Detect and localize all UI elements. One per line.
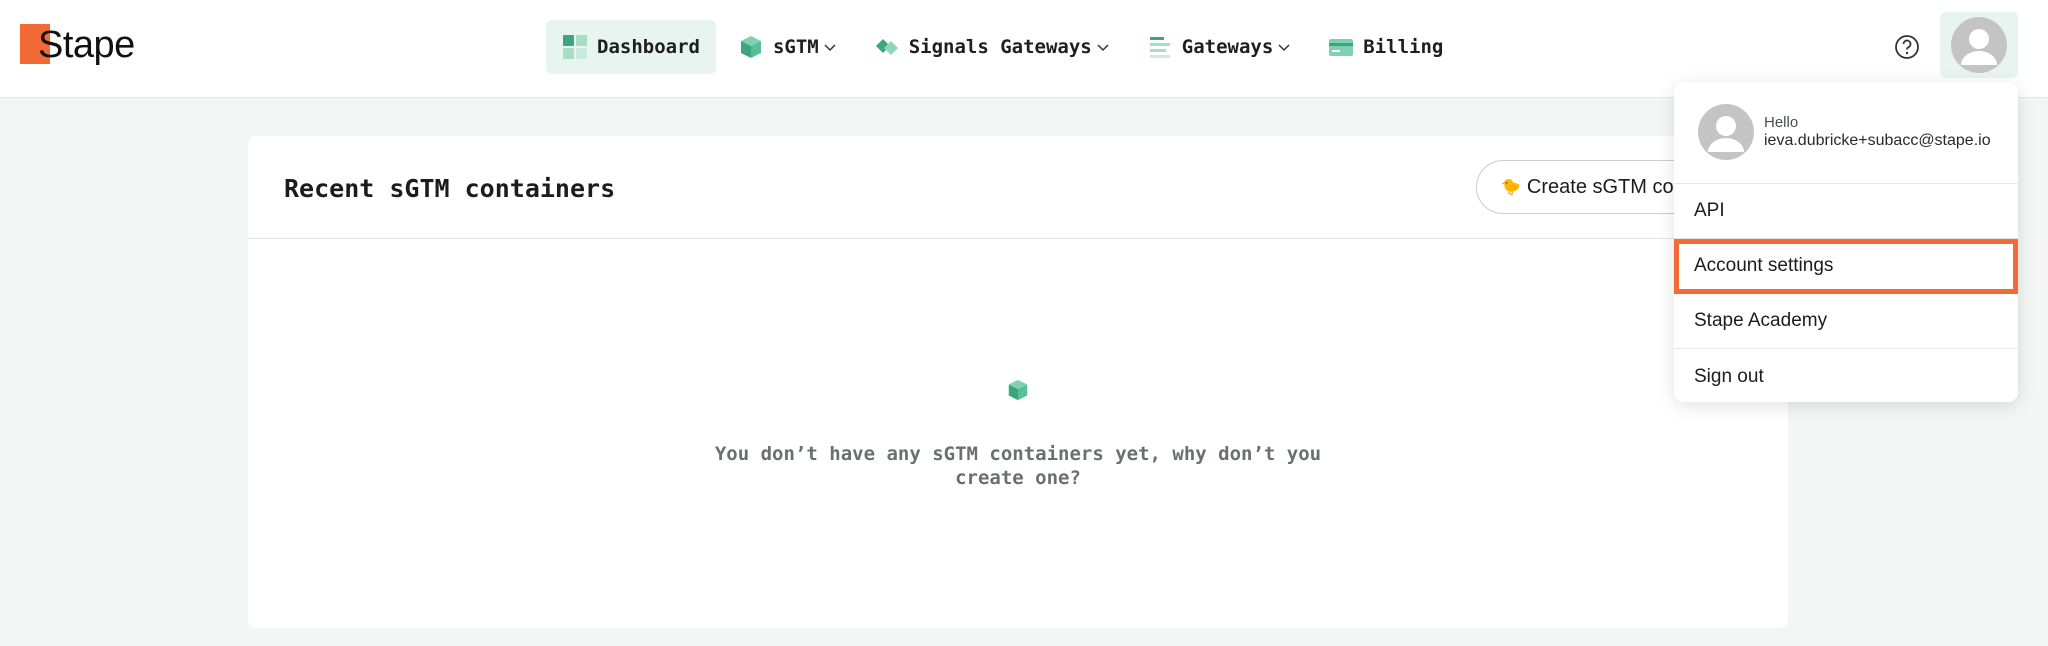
- user-avatar-icon: [1698, 104, 1754, 160]
- question-circle-icon[interactable]: [1894, 34, 1920, 60]
- recent-containers-card: Recent sGTM containers 🐤 Create sGTM con…: [248, 136, 1836, 628]
- card-header: Recent sGTM containers 🐤 Create sGTM con: [248, 136, 1836, 239]
- nav-item-dashboard[interactable]: Dashboard: [546, 20, 716, 74]
- credit-card-icon: [1329, 39, 1354, 56]
- menu-item-stape-academy[interactable]: Stape Academy: [1674, 294, 2018, 349]
- gateways-list-icon: [1149, 37, 1170, 58]
- user-avatar-icon: [1951, 17, 2007, 73]
- cube-icon: [740, 36, 761, 58]
- greeting: Hello: [1764, 114, 1799, 131]
- nav-item-sgtm[interactable]: sGTM: [722, 20, 852, 74]
- nav-label-billing: Billing: [1363, 36, 1444, 58]
- nav-item-gateways[interactable]: Gateways: [1131, 20, 1307, 74]
- dropdown-user-info: Hello ieva.dubricke+subacc@stape.io: [1674, 82, 2018, 184]
- nav-label-sgtm: sGTM: [772, 36, 819, 58]
- dashboard-grid-icon: [563, 35, 587, 59]
- stape-logo[interactable]: Stape: [20, 22, 135, 68]
- menu-item-api[interactable]: API: [1674, 184, 2018, 239]
- chevron-down-icon: [1278, 44, 1290, 52]
- user-account-dropdown: Hello ieva.dubricke+subacc@stape.io API …: [1674, 82, 2018, 402]
- nav-item-signals-gateways[interactable]: Signals Gateways: [858, 20, 1125, 74]
- logo-wordmark: Stape: [38, 23, 135, 66]
- create-button-label: Create sGTM con: [1526, 175, 1685, 198]
- cube-icon: [1008, 379, 1028, 401]
- nav-label-signals-gateways: Signals Gateways: [908, 36, 1092, 58]
- main-nav: Dashboard sGTM Signals Gateways Gateways…: [546, 20, 1465, 74]
- nav-label-gateways: Gateways: [1181, 36, 1274, 58]
- chevron-down-icon: [1097, 44, 1109, 52]
- menu-item-account-settings[interactable]: Account settings: [1674, 239, 2018, 294]
- menu-item-sign-out[interactable]: Sign out: [1674, 349, 2018, 404]
- empty-state-message: You don’t have any sGTM containers yet, …: [714, 443, 1322, 489]
- user-avatar-button[interactable]: [1940, 12, 2018, 78]
- card-title: Recent sGTM containers: [284, 174, 616, 203]
- nav-item-billing[interactable]: Billing: [1312, 20, 1459, 74]
- user-email: ieva.dubricke+subacc@stape.io: [1764, 132, 1991, 149]
- nav-label-dashboard: Dashboard: [597, 36, 700, 58]
- signals-icon: [875, 39, 898, 55]
- chick-emoji-icon: 🐤: [1501, 179, 1521, 196]
- chevron-down-icon: [824, 44, 836, 52]
